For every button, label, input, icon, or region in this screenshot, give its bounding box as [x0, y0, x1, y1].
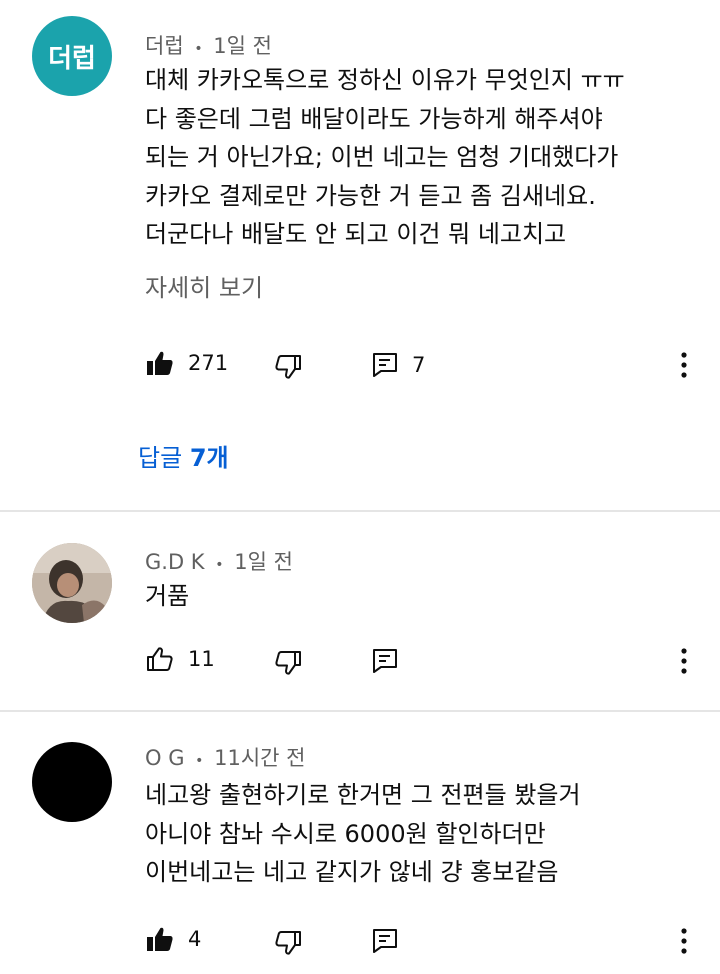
- thumbs-up-icon: [147, 351, 173, 375]
- comment-thread: O G • 11시간 전 네고왕 출현하기로 한거면 그 전편들 봤을거 아니야…: [0, 712, 720, 974]
- avatar[interactable]: [32, 742, 112, 822]
- more-vert-icon: [681, 352, 687, 378]
- more-button[interactable]: [670, 646, 698, 676]
- meta-separator: •: [194, 41, 203, 57]
- replies-count: 7개: [189, 444, 229, 472]
- comment-line: 거품: [145, 582, 190, 610]
- comment-line: 이번네고는 네고 같지가 않네 걍 홍보같음: [145, 858, 559, 886]
- dislike-button[interactable]: [274, 930, 302, 956]
- thumbs-down-icon: [275, 931, 301, 955]
- comment-line: 카카오 결제로만 가능한 거 듣고 좀 김새네요.: [145, 181, 596, 210]
- comment-line: 아니야 참놔 수시로 6000원 할인하더만: [145, 819, 546, 848]
- comment-line: 다 좋은데 그럼 배달이라도 가능하게 해주셔야: [145, 104, 603, 133]
- replies-label: 답글: [138, 444, 183, 472]
- comment-author[interactable]: G.D K: [145, 550, 205, 574]
- like-count: 271: [188, 351, 229, 375]
- more-button[interactable]: [670, 926, 698, 956]
- profile-photo: [32, 543, 112, 623]
- like-button[interactable]: 271: [146, 350, 228, 376]
- avatar-initials: 더럽: [48, 43, 96, 74]
- thumbs-down-icon: [275, 355, 301, 379]
- view-replies-button[interactable]: 답글 7개: [138, 438, 229, 473]
- avatar[interactable]: [32, 543, 112, 623]
- comment-line: 대체 카카오톡으로 정하신 이유가 무엇인지 ㅠㅠ: [145, 66, 625, 94]
- reply-button[interactable]: [372, 648, 398, 674]
- comment-text: 네고왕 출현하기로 한거면 그 전편들 봤을거 아니야 참놔 수시로 6000원…: [145, 776, 581, 892]
- more-button[interactable]: [670, 350, 698, 380]
- meta-separator: •: [215, 557, 224, 573]
- comment-icon: [373, 353, 397, 377]
- read-more-link[interactable]: 자세히 보기: [145, 268, 263, 303]
- comment-icon: [373, 649, 397, 673]
- more-vert-icon: [681, 648, 687, 674]
- more-vert-icon: [681, 928, 687, 954]
- like-button[interactable]: 4: [146, 926, 201, 952]
- comment-meta: G.D K • 1일 전: [145, 546, 293, 576]
- comment-meta: O G • 11시간 전: [145, 742, 305, 772]
- dislike-button[interactable]: [274, 354, 302, 380]
- comment-thread: 더럽 더럽 • 1일 전 대체 카카오톡으로 정하신 이유가 무엇인지 ㅠㅠ 다…: [0, 0, 720, 510]
- meta-separator: •: [195, 753, 204, 769]
- reply-button[interactable]: [372, 928, 398, 954]
- comment-line: 네고왕 출현하기로 한거면 그 전편들 봤을거: [145, 781, 581, 809]
- comment-icon: [373, 929, 397, 953]
- thumbs-up-icon: [147, 927, 173, 951]
- comment-thread: G.D K • 1일 전 거품 11: [0, 512, 720, 710]
- thumbs-up-icon: [147, 647, 173, 671]
- comment-text: 대체 카카오톡으로 정하신 이유가 무엇인지 ㅠㅠ 다 좋은데 그럼 배달이라도…: [145, 61, 625, 254]
- comment-time[interactable]: 1일 전: [213, 34, 272, 58]
- avatar[interactable]: 더럽: [32, 16, 112, 96]
- like-count: 4: [188, 927, 202, 951]
- comment-author[interactable]: O G: [145, 746, 184, 770]
- reply-button[interactable]: 7: [372, 352, 425, 378]
- comment-text: 거품: [145, 577, 189, 616]
- thumbs-down-icon: [275, 651, 301, 675]
- dislike-button[interactable]: [274, 650, 302, 676]
- comment-line: 되는 거 아닌가요; 이번 네고는 엄청 기대했다가: [145, 143, 619, 171]
- comment-time[interactable]: 1일 전: [234, 550, 293, 574]
- comment-meta: 더럽 • 1일 전: [145, 30, 272, 60]
- reply-count: 7: [412, 353, 426, 377]
- like-button[interactable]: 11: [146, 646, 215, 672]
- comment-line: 더군다나 배달도 안 되고 이건 뭐 네고치고: [145, 220, 567, 248]
- comment-author[interactable]: 더럽: [145, 34, 184, 58]
- like-count: 11: [188, 647, 215, 671]
- comment-time[interactable]: 11시간 전: [214, 746, 305, 770]
